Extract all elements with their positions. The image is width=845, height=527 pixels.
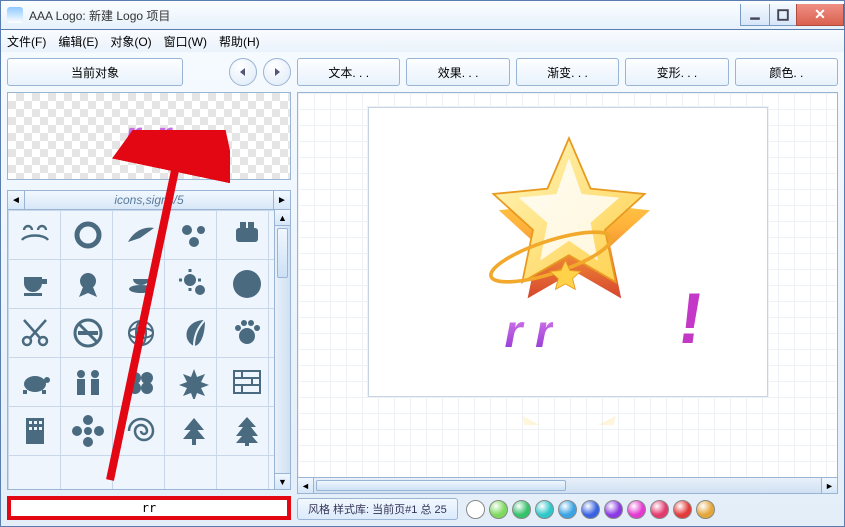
current-object-button[interactable]: 当前对象 [7, 58, 183, 86]
icon-pinwheel[interactable] [221, 259, 274, 308]
window-title: AAA Logo: 新建 Logo 项目 [29, 7, 741, 24]
next-object-button[interactable] [263, 58, 291, 86]
icon-cup[interactable] [8, 259, 61, 308]
swatch-2[interactable] [512, 500, 531, 519]
canvas-exclamation[interactable]: ! [673, 278, 709, 360]
icon-spots[interactable] [168, 210, 221, 259]
icon-hand[interactable] [221, 308, 274, 357]
icon-medal[interactable] [61, 259, 114, 308]
category-prev[interactable]: ◄ [7, 190, 25, 210]
icon-scissors[interactable] [8, 308, 61, 357]
menu-window[interactable]: 窗口(W) [164, 33, 207, 50]
icon-waves-people[interactable] [8, 210, 61, 259]
menu-help[interactable]: 帮助(H) [219, 33, 260, 50]
icon-clover[interactable] [114, 357, 167, 406]
icon-swoosh[interactable] [114, 210, 167, 259]
icon-cup2[interactable] [114, 259, 167, 308]
icon-spiral[interactable] [114, 406, 167, 455]
icon-turtle[interactable] [8, 357, 61, 406]
icon-no-smoke[interactable] [61, 308, 114, 357]
minimize-button[interactable] [740, 4, 770, 26]
hscroll-right-icon[interactable]: ► [821, 478, 837, 493]
swatch-1[interactable] [489, 500, 508, 519]
icon-people[interactable] [61, 357, 114, 406]
icon-leaf[interactable] [168, 308, 221, 357]
icon-bricks[interactable] [221, 357, 274, 406]
titlebar: AAA Logo: 新建 Logo 项目 ✕ [0, 0, 845, 30]
scroll-down-icon[interactable]: ▼ [275, 473, 290, 489]
object-preview: r r [7, 92, 291, 180]
icon-phone[interactable] [221, 210, 274, 259]
text-button[interactable]: 文本. . . [297, 58, 400, 86]
icon-gears[interactable] [168, 259, 221, 308]
canvas-hscrollbar[interactable]: ◄ ► [297, 478, 838, 494]
close-button[interactable]: ✕ [796, 4, 844, 26]
icon-ring[interactable] [61, 210, 114, 259]
category-label[interactable]: icons,signs/5 [25, 190, 273, 210]
icon-globe[interactable] [114, 308, 167, 357]
effect-button[interactable]: 效果. . . [406, 58, 509, 86]
status-text: 风格 样式库: 当前页#1 总 25 [297, 498, 458, 520]
menu-object[interactable]: 对象(O) [110, 33, 151, 50]
menubar: 文件(F) 编辑(E) 对象(O) 窗口(W) 帮助(H) [0, 30, 845, 52]
swatch-8[interactable] [650, 500, 669, 519]
menu-edit[interactable]: 编辑(E) [58, 33, 98, 50]
prev-object-button[interactable] [229, 58, 257, 86]
app-icon [7, 7, 23, 23]
swatch-0[interactable] [466, 500, 485, 519]
color-swatches [466, 500, 715, 519]
swatch-5[interactable] [581, 500, 600, 519]
icon-grid-scrollbar[interactable]: ▲ ▼ [274, 210, 290, 489]
swatch-9[interactable] [673, 500, 692, 519]
swatch-4[interactable] [558, 500, 577, 519]
icon-building[interactable] [8, 406, 61, 455]
scroll-thumb[interactable] [277, 228, 288, 278]
scroll-up-icon[interactable]: ▲ [275, 210, 290, 226]
category-next[interactable]: ► [273, 190, 291, 210]
icon-grid [8, 210, 274, 489]
hscroll-left-icon[interactable]: ◄ [298, 478, 314, 493]
icon-tree1[interactable] [168, 406, 221, 455]
maximize-button[interactable] [769, 4, 797, 26]
menu-file[interactable]: 文件(F) [7, 33, 46, 50]
swatch-6[interactable] [604, 500, 623, 519]
swatch-7[interactable] [627, 500, 646, 519]
swatch-10[interactable] [696, 500, 715, 519]
preview-text: r r [125, 114, 173, 159]
artboard[interactable]: r r ! [368, 107, 768, 397]
swatch-3[interactable] [535, 500, 554, 519]
transform-button[interactable]: 变形. . . [625, 58, 728, 86]
text-input-highlight [7, 496, 291, 520]
icon-tree2[interactable] [221, 406, 274, 455]
hscroll-thumb[interactable] [316, 480, 566, 491]
icon-splat[interactable] [168, 357, 221, 406]
canvas-text-rr[interactable]: r r [505, 304, 554, 358]
color-button[interactable]: 颜色. . [735, 58, 838, 86]
gradient-button[interactable]: 渐变. . . [516, 58, 619, 86]
logo-text-input[interactable] [11, 501, 287, 515]
canvas[interactable]: r r ! [297, 92, 838, 478]
reflection [449, 371, 689, 425]
star-logo[interactable] [479, 122, 659, 302]
icon-flower[interactable] [61, 406, 114, 455]
